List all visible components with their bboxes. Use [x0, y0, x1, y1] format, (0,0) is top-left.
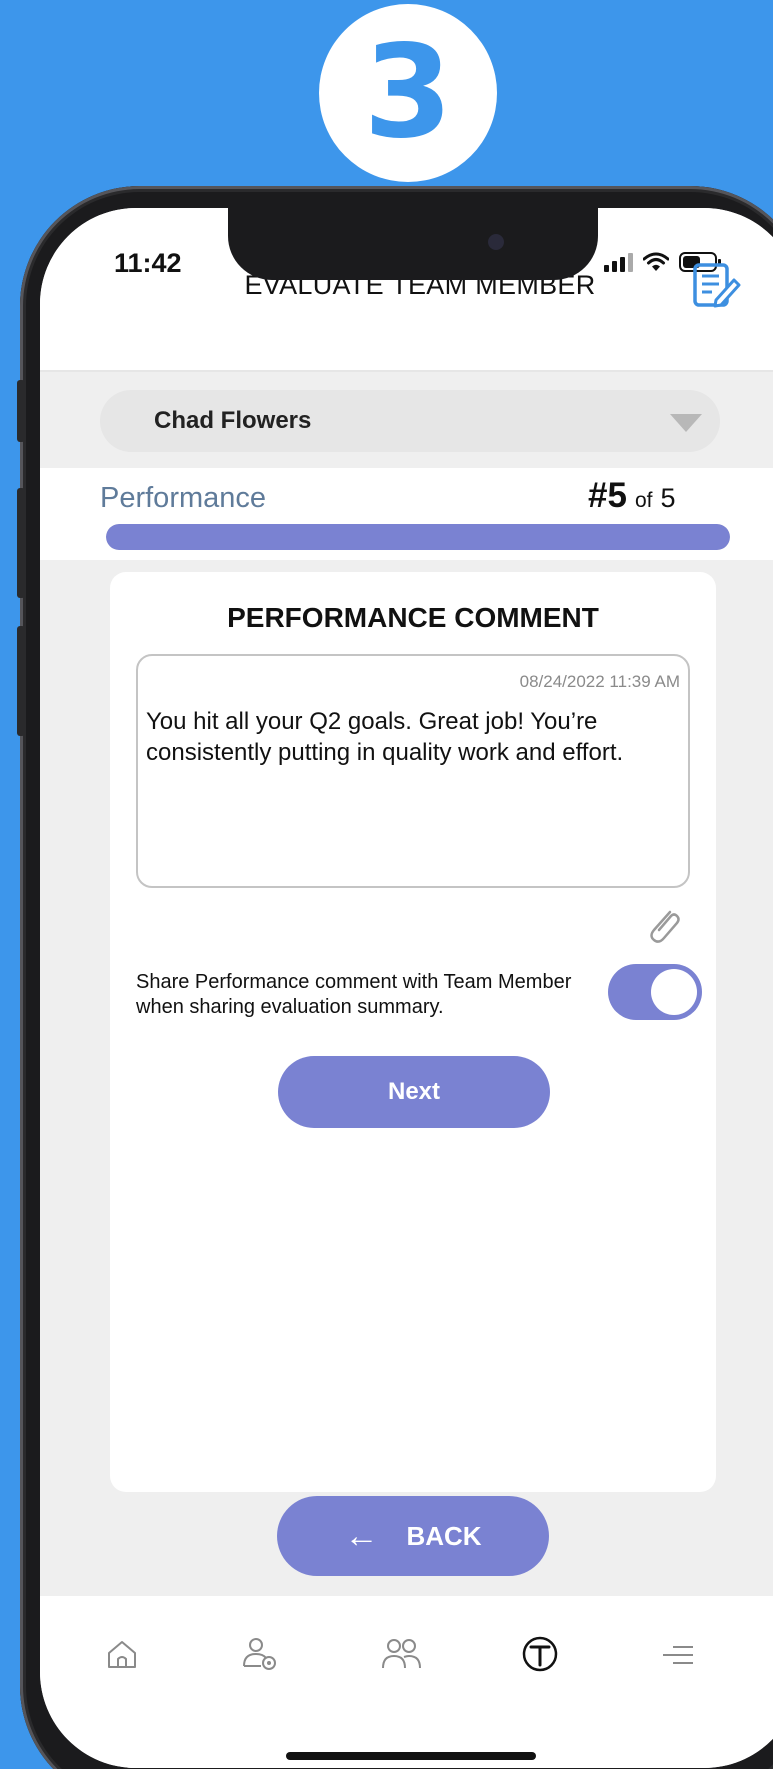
camera-dot	[488, 234, 504, 250]
caret-down-icon	[670, 414, 702, 432]
team-member-select-value: Chad Flowers	[154, 407, 312, 434]
home-icon[interactable]	[98, 1630, 146, 1678]
paperclip-icon[interactable]	[644, 904, 684, 946]
progress-bar-fill	[106, 524, 730, 550]
arrow-left-icon: ←	[344, 1517, 379, 1555]
edit-document-icon[interactable]	[690, 260, 742, 312]
side-button-mute	[17, 380, 25, 442]
next-button[interactable]: Next	[278, 1056, 550, 1128]
toggle-knob	[651, 969, 697, 1015]
back-button[interactable]: ← BACK	[277, 1496, 549, 1576]
team-member-select[interactable]: Chad Flowers	[100, 390, 720, 452]
t-logo-icon[interactable]	[516, 1630, 564, 1678]
step-counter: #5 of 5	[588, 476, 675, 516]
back-button-label: BACK	[406, 1520, 482, 1551]
step-of: of	[634, 489, 653, 512]
comment-timestamp: 08/24/2022 11:39 AM	[519, 672, 680, 691]
share-comment-toggle[interactable]	[608, 964, 702, 1020]
step-number: 3	[363, 18, 453, 167]
person-badge-icon[interactable]	[236, 1630, 284, 1678]
wifi-icon	[643, 252, 669, 271]
progress-section: Performance #5 of 5	[40, 468, 773, 560]
phone-screen: 11:42 EVALUATE TEAM MEMBER Chad Flowers	[40, 208, 773, 1768]
step-current: #5	[588, 476, 627, 515]
comment-card-title: PERFORMANCE COMMENT	[227, 602, 599, 633]
step-total: 5	[660, 483, 676, 513]
progress-bar	[106, 524, 730, 550]
comment-textarea[interactable]: 08/24/2022 11:39 AM You hit all your Q2 …	[136, 654, 690, 888]
signal-icon	[604, 252, 633, 272]
step-number-badge: 3	[319, 4, 497, 182]
category-label: Performance	[100, 482, 267, 514]
bottom-tab-bar	[40, 1596, 773, 1768]
side-button-volume-down	[17, 626, 25, 736]
phone-notch	[228, 208, 598, 280]
share-comment-label: Share Performance comment with Team Memb…	[136, 971, 572, 1018]
team-icon[interactable]	[378, 1630, 426, 1678]
comment-text: You hit all your Q2 goals. Great job! Yo…	[146, 708, 624, 766]
menu-icon[interactable]	[654, 1630, 702, 1678]
home-indicator[interactable]	[286, 1752, 536, 1760]
side-button-volume-up	[17, 488, 25, 598]
comment-card: PERFORMANCE COMMENT 08/24/2022 11:39 AM …	[110, 572, 716, 1492]
